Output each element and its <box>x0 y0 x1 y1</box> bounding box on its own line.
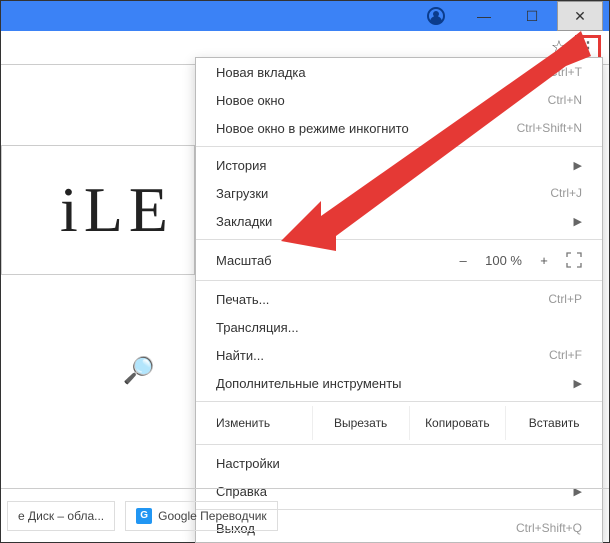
menu-shortcut: Ctrl+T <box>549 65 582 79</box>
menu-label: Настройки <box>216 456 280 471</box>
menu-label: Новое окно в режиме инкогнито <box>216 121 409 136</box>
zoom-value: 100 % <box>485 253 522 268</box>
menu-shortcut: Ctrl+N <box>548 93 582 107</box>
menu-shortcut: Ctrl+F <box>549 348 582 362</box>
translate-icon: G <box>136 508 152 524</box>
edit-label: Изменить <box>196 406 312 440</box>
google-doodle: iLE <box>1 145 195 275</box>
menu-label: Новая вкладка <box>216 65 306 80</box>
chevron-right-icon: ▶ <box>574 215 582 228</box>
menu-shortcut: Ctrl+Shift+N <box>517 121 582 135</box>
menu-shortcut: Ctrl+P <box>548 292 582 306</box>
taskbar-item-translate[interactable]: G Google Переводчик <box>125 501 278 531</box>
menu-find[interactable]: Найти... Ctrl+F <box>196 341 602 369</box>
menu-divider <box>196 401 602 402</box>
menu-label: Печать... <box>216 292 269 307</box>
menu-divider <box>196 444 602 445</box>
menu-history[interactable]: История ▶ <box>196 151 602 179</box>
magnifier-icon[interactable]: 🔍 <box>123 355 155 386</box>
translate-label: Google Переводчик <box>158 509 267 523</box>
menu-zoom: Масштаб – 100 % + <box>196 244 602 276</box>
taskbar-item-disk[interactable]: е Диск – обла... <box>7 501 115 531</box>
disk-label: е Диск – обла... <box>18 509 104 523</box>
menu-label: Найти... <box>216 348 264 363</box>
menu-divider <box>196 280 602 281</box>
minimize-button[interactable]: — <box>461 1 507 31</box>
zoom-in-button[interactable]: + <box>536 253 552 268</box>
close-button[interactable]: ✕ <box>557 1 603 31</box>
page-content: iLE 🔍 <box>1 65 195 482</box>
menu-label: Закладки <box>216 214 272 229</box>
edit-cut[interactable]: Вырезать <box>312 406 409 440</box>
chrome-main-menu: Новая вкладка Ctrl+T Новое окно Ctrl+N Н… <box>195 57 603 543</box>
maximize-button[interactable]: ☐ <box>509 1 555 31</box>
menu-label: Дополнительные инструменты <box>216 376 402 391</box>
zoom-out-button[interactable]: – <box>455 253 471 268</box>
menu-shortcut: Ctrl+J <box>550 186 582 200</box>
zoom-label: Масштаб <box>216 253 455 268</box>
menu-new-window[interactable]: Новое окно Ctrl+N <box>196 86 602 114</box>
menu-bookmarks[interactable]: Закладки ▶ <box>196 207 602 235</box>
menu-divider <box>196 239 602 240</box>
window-titlebar: — ☐ ✕ <box>1 1 609 31</box>
menu-settings[interactable]: Настройки <box>196 449 602 477</box>
menu-cast[interactable]: Трансляция... <box>196 313 602 341</box>
edit-paste[interactable]: Вставить <box>505 406 602 440</box>
account-icon[interactable] <box>427 7 445 25</box>
menu-divider <box>196 146 602 147</box>
menu-label: Новое окно <box>216 93 285 108</box>
menu-new-tab[interactable]: Новая вкладка Ctrl+T <box>196 58 602 86</box>
chevron-right-icon: ▶ <box>574 159 582 172</box>
menu-label: Трансляция... <box>216 320 299 335</box>
chevron-right-icon: ▶ <box>574 377 582 390</box>
bookmark-star-icon[interactable]: ☆ <box>551 37 567 58</box>
menu-incognito[interactable]: Новое окно в режиме инкогнито Ctrl+Shift… <box>196 114 602 142</box>
menu-print[interactable]: Печать... Ctrl+P <box>196 285 602 313</box>
taskbar: е Диск – обла... G Google Переводчик <box>1 488 609 542</box>
menu-downloads[interactable]: Загрузки Ctrl+J <box>196 179 602 207</box>
edit-copy[interactable]: Копировать <box>409 406 506 440</box>
menu-edit-row: Изменить Вырезать Копировать Вставить <box>196 406 602 440</box>
menu-label: Загрузки <box>216 186 268 201</box>
menu-more-tools[interactable]: Дополнительные инструменты ▶ <box>196 369 602 397</box>
menu-label: История <box>216 158 266 173</box>
fullscreen-icon[interactable] <box>566 252 582 268</box>
